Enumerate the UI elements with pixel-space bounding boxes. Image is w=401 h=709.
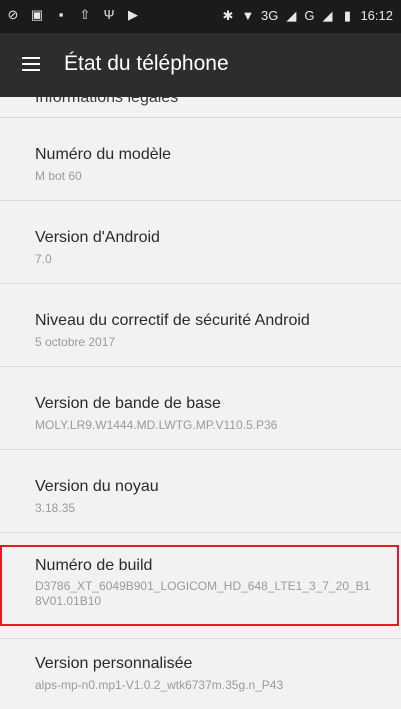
app-bar: État du téléphone — [0, 33, 401, 97]
status-icons-left: ⊘ ▣ ▪ ⇧ Ψ ▶ — [6, 8, 140, 22]
list-item-label: Version personnalisée — [35, 655, 193, 672]
network-type: 3G — [260, 8, 279, 23]
list-item-label: Version de bande de base — [35, 395, 221, 412]
page-title: État du téléphone — [64, 52, 229, 75]
list-item-value: 5 octobre 2017 — [35, 335, 116, 349]
list-item-model[interactable]: Numéro du modèle M bot 60 — [0, 118, 401, 200]
list-item-label: Niveau du correctif de sécurité Android — [35, 312, 310, 329]
list-item-value: MOLY.LR9.W1444.MD.LWTG.MP.V110.5.P36 — [35, 418, 278, 432]
battery-icon: ▮ — [343, 7, 352, 23]
block-icon: ⊘ — [7, 7, 19, 22]
list-item-label: Version du noyau — [35, 478, 159, 495]
divider — [0, 532, 401, 533]
signal-icon-2: ◢ — [322, 7, 333, 23]
signal-icon: ◢ — [286, 7, 297, 23]
list-item-value: 7.0 — [35, 252, 52, 266]
network-type-2: G — [304, 8, 315, 23]
play-icon: ▶ — [128, 7, 138, 22]
list-item-android-version[interactable]: Version d'Android 7.0 — [0, 201, 401, 283]
list-item-security-patch[interactable]: Niveau du correctif de sécurité Android … — [0, 284, 401, 366]
list-item-label: Version d'Android — [35, 229, 160, 246]
clock: 16:12 — [360, 8, 393, 23]
list-item-baseband[interactable]: Version de bande de base MOLY.LR9.W1444.… — [0, 367, 401, 449]
list-item-label: Numéro du modèle — [35, 146, 172, 163]
list-item-value: alps-mp-n0.mp1-V1.0.2_wtk6737m.35g.n_P43 — [35, 678, 284, 692]
image-icon: ▣ — [30, 7, 44, 22]
menu-icon[interactable] — [20, 51, 46, 77]
list-item-value: M bot 60 — [35, 169, 82, 183]
partial-item-label[interactable]: Informations légales — [35, 97, 178, 107]
wifi-icon: ▼ — [241, 7, 255, 23]
image-icon: ▪ — [58, 7, 64, 22]
list-item-custom-version[interactable]: Version personnalisée alps-mp-n0.mp1-V1.… — [0, 639, 401, 709]
list-item-value: 3.18.35 — [35, 501, 76, 515]
status-bar: ⊘ ▣ ▪ ⇧ Ψ ▶ ✱ ▼ 3G ◢ G ◢ ▮ 16:12 — [0, 0, 401, 33]
list-item-kernel[interactable]: Version du noyau 3.18.35 — [0, 450, 401, 532]
status-icons-right: ✱ ▼ 3G ◢ G ◢ ▮ 16:12 — [221, 8, 393, 23]
usb-icon: Ψ — [103, 7, 115, 22]
settings-list[interactable]: Informations légales Numéro du modèle M … — [0, 97, 401, 709]
upload-icon: ⇧ — [79, 7, 91, 22]
bluetooth-icon: ✱ — [222, 7, 234, 23]
highlight-frame — [0, 545, 399, 626]
